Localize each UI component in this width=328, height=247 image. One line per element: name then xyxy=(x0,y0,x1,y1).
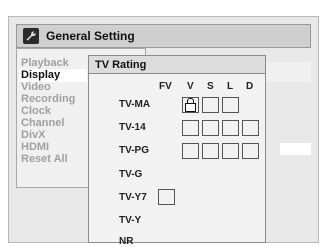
rating-cell-tv-14-v[interactable] xyxy=(182,120,199,136)
menu-item-reset-all[interactable]: Reset All xyxy=(21,153,68,166)
arrow-right-icon xyxy=(302,143,311,155)
wrench-icon xyxy=(23,28,39,44)
rating-cell-tv-pg-s[interactable] xyxy=(202,143,219,159)
column-header-l: L xyxy=(227,81,234,92)
dialog-header: TV Rating xyxy=(89,56,265,74)
rating-cell-tv-ma-v[interactable] xyxy=(182,97,199,113)
rating-cell-tv-14-d[interactable] xyxy=(242,120,259,136)
rating-cell-tv-pg-l[interactable] xyxy=(222,143,239,159)
column-header-fv: FV xyxy=(159,81,172,92)
rating-cell-tv-y7-fv[interactable] xyxy=(158,189,175,205)
dialog-title: TV Rating xyxy=(95,59,147,71)
rating-cell-tv-pg-v[interactable] xyxy=(182,143,199,159)
column-header-s: S xyxy=(207,81,214,92)
rating-row-tv-pg: TV-PG xyxy=(119,145,150,156)
rating-row-tv-y: TV-Y xyxy=(119,215,142,226)
rating-cell-tv-ma-l[interactable] xyxy=(222,97,239,113)
column-header-v: V xyxy=(187,81,194,92)
rating-row-nr: NR xyxy=(119,236,134,247)
title-bar: General Setting xyxy=(16,24,311,48)
tv-rating-dialog: TV Rating FV V S L D TV-MA TV-14 TV-PG T… xyxy=(88,55,266,247)
rating-row-tv-y7: TV-Y7 xyxy=(119,192,147,203)
rating-cell-tv-14-s[interactable] xyxy=(202,120,219,136)
rating-row-tv-g: TV-G xyxy=(119,169,143,180)
rating-row-tv-14: TV-14 xyxy=(119,122,146,133)
rating-row-tv-ma: TV-MA xyxy=(119,99,151,110)
page-title: General Setting xyxy=(46,29,135,43)
rating-cell-tv-pg-d[interactable] xyxy=(242,143,259,159)
lock-icon xyxy=(185,97,196,112)
rating-cell-tv-14-l[interactable] xyxy=(222,120,239,136)
rating-cell-tv-ma-s[interactable] xyxy=(202,97,219,113)
column-header-d: D xyxy=(246,81,254,92)
